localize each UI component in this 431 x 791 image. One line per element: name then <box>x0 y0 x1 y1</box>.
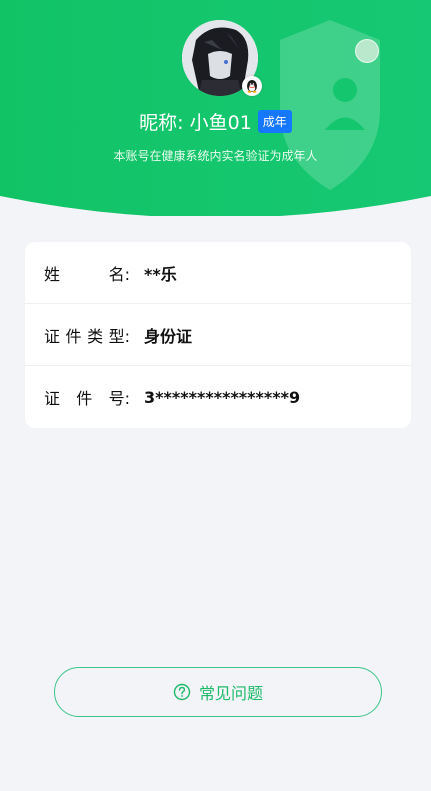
identity-row-id-type: 证 件 类 型: 身份证 <box>25 304 411 366</box>
qq-penguin-icon <box>242 76 262 96</box>
question-circle-icon <box>173 683 191 701</box>
id-number-value: 3****************9 <box>144 387 301 407</box>
name-value: **乐 <box>144 264 177 284</box>
faq-label: 常见问题 <box>198 684 263 703</box>
verification-note: 本账号在健康系统内实名验证为成年人 <box>113 149 318 163</box>
id-type-value: 身份证 <box>144 326 193 346</box>
nickname-row: 昵称: 小鱼01 成年 <box>0 106 431 136</box>
floating-dot-button[interactable] <box>355 39 379 63</box>
identity-card: 姓 名: **乐 证 件 类 型: 身份证 证 件 号: 3**********… <box>25 242 411 428</box>
id-type-label: 证 件 类 型: <box>44 326 130 346</box>
faq-button[interactable]: 常见问题 <box>54 667 382 717</box>
identity-row-name: 姓 名: **乐 <box>25 242 411 304</box>
nickname-text: 昵称: 小鱼01 <box>139 111 252 134</box>
name-label: 姓 名: <box>44 264 130 284</box>
id-number-label: 证 件 号: <box>44 389 130 408</box>
adult-badge: 成年 <box>257 109 292 133</box>
identity-row-id-number: 证 件 号: 3****************9 <box>25 366 411 428</box>
